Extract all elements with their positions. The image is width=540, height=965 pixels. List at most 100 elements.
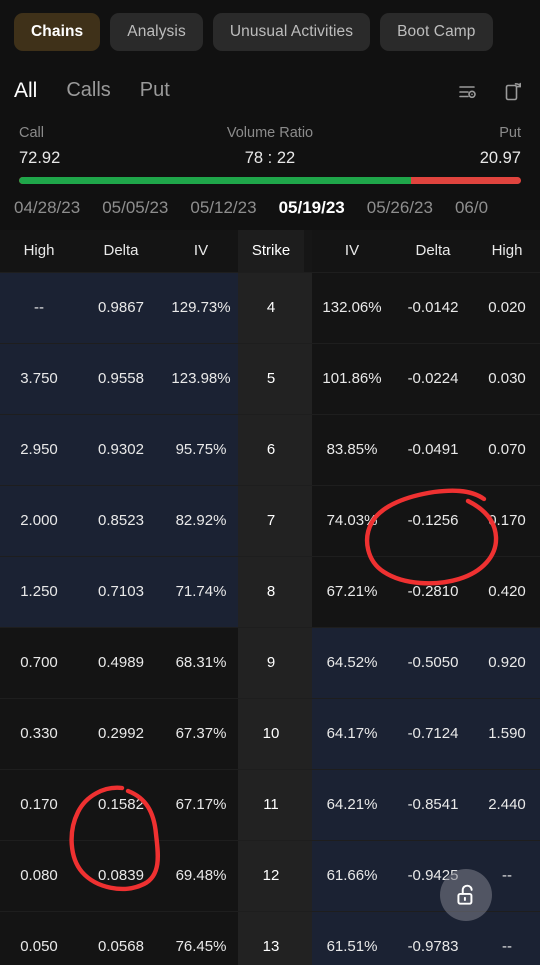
- cell-put-high[interactable]: 2.440: [474, 768, 540, 840]
- cell-call-delta[interactable]: 0.4989: [78, 626, 164, 698]
- cell-put-iv[interactable]: 64.21%: [312, 768, 392, 840]
- tab-analysis[interactable]: Analysis: [110, 13, 203, 51]
- date-04-28-23[interactable]: 04/28/23: [14, 198, 80, 218]
- table-row[interactable]: 2.950 0.9302 95.75% 6 83.85% -0.0491 0.070: [0, 413, 540, 485]
- date-06-partial[interactable]: 06/0: [455, 198, 488, 218]
- cell-put-high[interactable]: 0.420: [474, 555, 540, 627]
- cell-strike[interactable]: 12: [238, 839, 304, 911]
- table-row[interactable]: -- 0.9867 129.73% 4 132.06% -0.0142 0.020: [0, 271, 540, 343]
- date-05-12-23[interactable]: 05/12/23: [190, 198, 256, 218]
- unlock-button[interactable]: [440, 869, 492, 921]
- cell-strike[interactable]: 6: [238, 413, 304, 485]
- cell-put-delta[interactable]: -0.2810: [392, 555, 474, 627]
- cell-put-iv[interactable]: 64.52%: [312, 626, 392, 698]
- cell-call-delta[interactable]: 0.0839: [78, 839, 164, 911]
- cell-put-delta[interactable]: -0.0491: [392, 413, 474, 485]
- cell-put-iv[interactable]: 74.03%: [312, 484, 392, 556]
- put-volume-value: 20.97: [479, 149, 521, 167]
- cell-put-high[interactable]: 1.590: [474, 697, 540, 769]
- cell-call-high[interactable]: 0.700: [0, 626, 78, 698]
- cell-strike[interactable]: 5: [238, 342, 304, 414]
- cell-call-delta[interactable]: 0.9867: [78, 271, 164, 343]
- table-row[interactable]: 2.000 0.8523 82.92% 7 74.03% -0.1256 0.170: [0, 484, 540, 556]
- cell-call-iv[interactable]: 68.31%: [164, 626, 238, 698]
- cell-call-iv[interactable]: 67.17%: [164, 768, 238, 840]
- cell-call-high[interactable]: 0.080: [0, 839, 78, 911]
- table-row[interactable]: 1.250 0.7103 71.74% 8 67.21% -0.2810 0.420: [0, 555, 540, 627]
- cell-call-delta[interactable]: 0.8523: [78, 484, 164, 556]
- cell-call-iv[interactable]: 76.45%: [164, 910, 238, 965]
- header-call-high[interactable]: High: [0, 230, 78, 272]
- cell-put-delta[interactable]: -0.0224: [392, 342, 474, 414]
- cell-call-iv[interactable]: 71.74%: [164, 555, 238, 627]
- cell-put-high[interactable]: 0.020: [474, 271, 540, 343]
- cell-strike[interactable]: 11: [238, 768, 304, 840]
- cell-put-iv[interactable]: 64.17%: [312, 697, 392, 769]
- date-05-19-23[interactable]: 05/19/23: [279, 198, 345, 218]
- tab-boot-camp[interactable]: Boot Camp: [380, 13, 493, 51]
- cell-put-iv[interactable]: 101.86%: [312, 342, 392, 414]
- cell-call-delta[interactable]: 0.2992: [78, 697, 164, 769]
- date-05-26-23[interactable]: 05/26/23: [367, 198, 433, 218]
- cell-put-iv[interactable]: 132.06%: [312, 271, 392, 343]
- cell-call-high[interactable]: 1.250: [0, 555, 78, 627]
- cell-put-delta[interactable]: -0.1256: [392, 484, 474, 556]
- cell-call-iv[interactable]: 129.73%: [164, 271, 238, 343]
- cell-call-high[interactable]: 0.330: [0, 697, 78, 769]
- date-05-05-23[interactable]: 05/05/23: [102, 198, 168, 218]
- cell-call-high[interactable]: --: [0, 271, 78, 343]
- cell-put-high[interactable]: --: [474, 910, 540, 965]
- cell-call-delta[interactable]: 0.7103: [78, 555, 164, 627]
- cell-call-high[interactable]: 2.950: [0, 413, 78, 485]
- cell-call-high[interactable]: 0.050: [0, 910, 78, 965]
- cell-strike[interactable]: 10: [238, 697, 304, 769]
- cell-call-iv[interactable]: 82.92%: [164, 484, 238, 556]
- cell-strike[interactable]: 7: [238, 484, 304, 556]
- header-put-delta[interactable]: Delta: [392, 230, 474, 272]
- cell-put-high[interactable]: 0.170: [474, 484, 540, 556]
- table-row[interactable]: 3.750 0.9558 123.98% 5 101.86% -0.0224 0.030: [0, 342, 540, 414]
- cell-put-iv[interactable]: 61.66%: [312, 839, 392, 911]
- rotate-screen-icon[interactable]: [500, 78, 526, 104]
- cell-strike[interactable]: 9: [238, 626, 304, 698]
- cell-call-delta[interactable]: 0.9302: [78, 413, 164, 485]
- header-put-high[interactable]: High: [474, 230, 540, 272]
- table-row[interactable]: 0.700 0.4989 68.31% 9 64.52% -0.5050 0.920: [0, 626, 540, 698]
- cell-put-high[interactable]: 0.030: [474, 342, 540, 414]
- header-strike[interactable]: Strike: [238, 230, 304, 272]
- cell-call-iv[interactable]: 67.37%: [164, 697, 238, 769]
- cell-put-delta[interactable]: -0.7124: [392, 697, 474, 769]
- cell-call-high[interactable]: 3.750: [0, 342, 78, 414]
- cell-call-iv[interactable]: 69.48%: [164, 839, 238, 911]
- cell-call-high[interactable]: 2.000: [0, 484, 78, 556]
- table-row[interactable]: 0.330 0.2992 67.37% 10 64.17% -0.7124 1.590: [0, 697, 540, 769]
- cell-call-high[interactable]: 0.170: [0, 768, 78, 840]
- cell-put-iv[interactable]: 67.21%: [312, 555, 392, 627]
- table-row[interactable]: 0.170 0.1582 67.17% 11 64.21% -0.8541 2.440: [0, 768, 540, 840]
- filter-calls[interactable]: Calls: [66, 79, 110, 102]
- cell-call-iv[interactable]: 123.98%: [164, 342, 238, 414]
- cell-call-delta[interactable]: 0.9558: [78, 342, 164, 414]
- cell-strike[interactable]: 13: [238, 910, 304, 965]
- cell-put-high[interactable]: 0.070: [474, 413, 540, 485]
- cell-call-delta[interactable]: 0.0568: [78, 910, 164, 965]
- cell-put-delta[interactable]: -0.8541: [392, 768, 474, 840]
- cell-call-iv[interactable]: 95.75%: [164, 413, 238, 485]
- settings-sliders-icon[interactable]: [454, 78, 480, 104]
- tab-unusual-activities[interactable]: Unusual Activities: [212, 13, 371, 51]
- header-call-iv[interactable]: IV: [164, 230, 238, 272]
- cell-put-delta[interactable]: -0.5050: [392, 626, 474, 698]
- header-put-iv[interactable]: IV: [312, 230, 392, 272]
- header-call-delta[interactable]: Delta: [78, 230, 164, 272]
- cell-put-iv[interactable]: 61.51%: [312, 910, 392, 965]
- filter-put[interactable]: Put: [140, 79, 170, 102]
- filter-all[interactable]: All: [14, 79, 37, 103]
- cell-strike[interactable]: 4: [238, 271, 304, 343]
- tab-chains[interactable]: Chains: [14, 13, 101, 51]
- expiration-date-strip[interactable]: 04/28/23 05/05/23 05/12/23 05/19/23 05/2…: [0, 184, 540, 230]
- cell-put-high[interactable]: 0.920: [474, 626, 540, 698]
- cell-put-delta[interactable]: -0.0142: [392, 271, 474, 343]
- cell-put-iv[interactable]: 83.85%: [312, 413, 392, 485]
- cell-call-delta[interactable]: 0.1582: [78, 768, 164, 840]
- cell-strike[interactable]: 8: [238, 555, 304, 627]
